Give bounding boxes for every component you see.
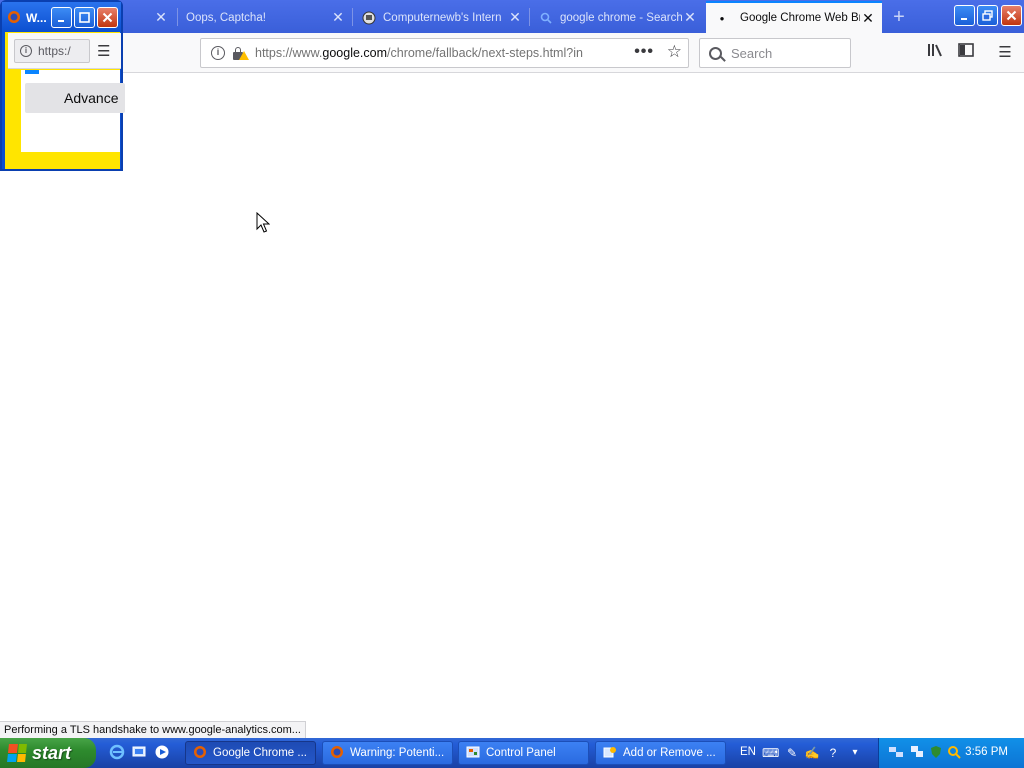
help-icon[interactable]: ?	[825, 745, 841, 761]
popup-page-area: i https:/ ☰ Advance	[5, 32, 125, 169]
new-tab-button[interactable]: +	[886, 4, 912, 30]
taskbar: start Google Chrome ... Warning: Potenti…	[0, 738, 1024, 768]
popup-warning-content: Advance	[21, 70, 125, 152]
close-window-button[interactable]	[1001, 5, 1022, 26]
tab-oops-captcha[interactable]: Oops, Captcha! ✕	[178, 2, 352, 33]
popup-minimize-button[interactable]	[51, 7, 72, 28]
close-tab-icon[interactable]: ✕	[682, 9, 698, 26]
tab-hidden[interactable]: ✕	[123, 2, 175, 33]
network-icon[interactable]	[888, 745, 904, 761]
taskbar-item-label: Add or Remove ...	[623, 747, 716, 759]
url-host: google.com	[322, 46, 388, 60]
language-bar-options-icon[interactable]: ▾	[847, 745, 863, 761]
site-info-icon[interactable]: i	[211, 46, 225, 60]
popup-window-title: W...	[26, 11, 47, 25]
taskbar-item-label: Warning: Potenti...	[350, 747, 445, 759]
search-tray-icon[interactable]	[946, 745, 962, 761]
show-desktop-icon[interactable]	[130, 744, 148, 762]
taskbar-item-warning[interactable]: Warning: Potenti...	[322, 741, 453, 765]
taskbar-item-label: Google Chrome ...	[213, 747, 307, 759]
close-tab-icon[interactable]: ✕	[507, 9, 523, 26]
system-tray: 3:56 PM	[878, 738, 1024, 768]
small-browser-window: W... i https:/ ☰ Advance	[0, 0, 125, 171]
sidebar-toggle-icon[interactable]	[955, 42, 977, 64]
url-path: /chrome/fallback/next-steps.html?in	[387, 46, 583, 60]
url-bar[interactable]: i https://www.google.com/chrome/fallback…	[200, 38, 689, 68]
search-input[interactable]	[731, 45, 841, 61]
start-label: start	[32, 742, 72, 763]
advanced-button[interactable]: Advance	[25, 83, 125, 113]
restore-window-button[interactable]	[977, 5, 998, 26]
insecure-lock-icon[interactable]	[231, 45, 249, 61]
search-bar[interactable]	[699, 38, 851, 68]
tab-title: google chrome - Search	[560, 11, 682, 24]
close-tab-icon[interactable]: ✕	[330, 9, 346, 26]
close-tab-icon[interactable]: ✕	[860, 10, 876, 27]
popup-close-button[interactable]	[97, 7, 118, 28]
popup-navigation-toolbar: i https:/ ☰	[8, 33, 121, 69]
control-panel-icon	[465, 745, 481, 761]
minimize-window-button[interactable]	[954, 5, 975, 26]
handwriting-icon[interactable]: ✍	[804, 745, 820, 761]
loading-dot-icon: ●	[719, 13, 725, 23]
taskbar-item-add-remove-programs[interactable]: Add or Remove ...	[595, 741, 726, 765]
status-bar: Performing a TLS handshake to www.google…	[0, 721, 306, 739]
keyboard-icon[interactable]: ⌨	[762, 745, 779, 761]
firefox-icon	[7, 10, 21, 27]
firefox-icon	[192, 745, 208, 761]
close-tab-icon[interactable]: ✕	[153, 9, 169, 26]
computernewb-icon	[361, 10, 377, 26]
bookmark-star-icon[interactable]: ☆	[667, 42, 682, 62]
taskbar-item-control-panel[interactable]: Control Panel	[458, 741, 589, 765]
desktop-screen: ✕ Oops, Captcha! ✕ Computernewb's Intern…	[0, 0, 1024, 768]
media-player-icon[interactable]	[153, 744, 171, 762]
tab-computernewb[interactable]: Computernewb's Intern ✕	[353, 2, 529, 33]
firefox-icon	[329, 745, 345, 761]
mouse-cursor-icon	[256, 212, 270, 233]
pen-icon[interactable]: ✎	[784, 745, 800, 761]
url-scheme: https://www.	[255, 46, 323, 60]
popup-maximize-button[interactable]	[74, 7, 95, 28]
taskbar-item-label: Control Panel	[486, 747, 556, 759]
tab-title: Computernewb's Intern	[383, 11, 502, 24]
hamburger-menu-icon[interactable]: ☰	[994, 42, 1016, 64]
security-shield-icon[interactable]	[928, 745, 944, 761]
tab-title: Google Chrome Web Bro	[740, 12, 860, 24]
page-actions-icon[interactable]: •••	[634, 43, 654, 61]
popup-url-bar[interactable]: i https:/	[14, 39, 90, 63]
browser-tab-strip: ✕ Oops, Captcha! ✕ Computernewb's Intern…	[0, 0, 1024, 33]
search-icon	[538, 10, 554, 26]
tab-google-chrome-search[interactable]: google chrome - Search ✕	[530, 2, 704, 33]
go-back-button-edge[interactable]	[25, 70, 39, 74]
language-indicator[interactable]: EN	[740, 746, 756, 758]
search-icon	[709, 46, 722, 60]
windows-logo-icon	[7, 744, 27, 762]
taskbar-clock[interactable]: 3:56 PM	[965, 746, 1008, 758]
popup-url-text: https:/	[38, 44, 71, 58]
taskbar-item-google-chrome[interactable]: Google Chrome ...	[185, 741, 316, 765]
site-info-icon[interactable]: i	[20, 45, 32, 57]
tab-title: Oops, Captcha!	[186, 11, 266, 24]
add-remove-programs-icon	[602, 745, 618, 761]
url-text[interactable]: https://www.google.com/chrome/fallback/n…	[255, 46, 605, 60]
internet-explorer-icon[interactable]	[108, 744, 126, 762]
tab-google-chrome-web-browser[interactable]: ● Google Chrome Web Bro ✕	[706, 1, 882, 33]
network-connections-icon[interactable]	[909, 745, 925, 761]
language-bar: EN ⌨ ✎ ✍ ? ▾	[734, 738, 878, 768]
library-icon[interactable]	[924, 42, 946, 64]
navigation-toolbar: i https://www.google.com/chrome/fallback…	[0, 33, 1024, 73]
start-button[interactable]: start	[0, 738, 96, 768]
hamburger-menu-icon[interactable]: ☰	[97, 42, 110, 60]
